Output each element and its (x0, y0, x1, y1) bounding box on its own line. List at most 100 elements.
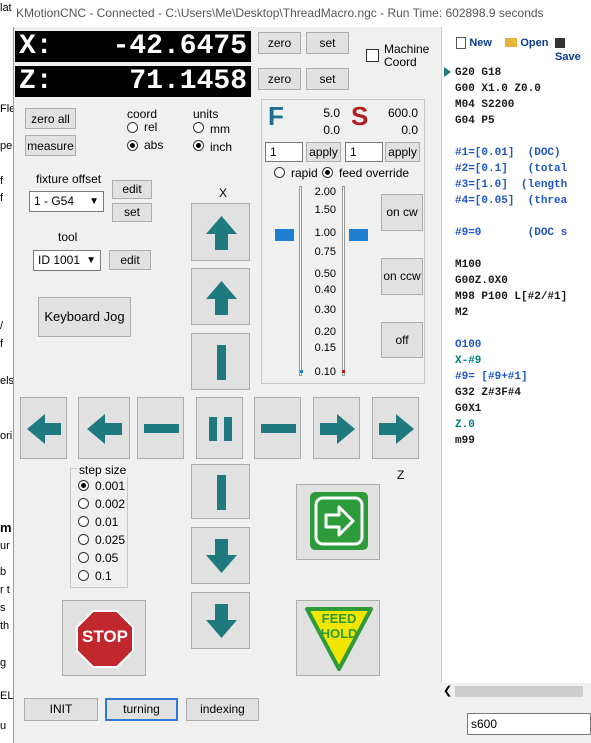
new-file-icon (456, 36, 466, 49)
spindle-ccw-button[interactable]: on ccw (381, 258, 423, 295)
step-0001-radio[interactable] (78, 480, 89, 491)
spindle-apply-button[interactable]: apply (385, 142, 420, 162)
jog-z-plus-step-button[interactable] (254, 397, 301, 459)
feed-override-label: feed override (339, 166, 410, 180)
toolbar-open[interactable]: Open (505, 35, 548, 49)
toolbar-save[interactable]: Save (555, 35, 591, 63)
jog-x-minus-step-button[interactable] (191, 333, 250, 390)
override-tick-020: 0.20 (314, 326, 336, 338)
gcode-line: G0X1 (455, 403, 482, 415)
jog-z-minus-fast-button[interactable] (20, 397, 67, 459)
step-001-label: 0.01 (95, 515, 119, 529)
pause-button[interactable] (196, 397, 243, 459)
bar-vertical-icon (217, 345, 226, 380)
bg-fragment: / (0, 320, 4, 332)
gcode-line: Z.0 (455, 419, 475, 431)
bg-fragment: f (0, 175, 4, 187)
feed-hold-button[interactable]: FEED HOLD (296, 600, 380, 676)
feed-input[interactable]: 1 (265, 142, 303, 162)
fixture-offset-select[interactable]: 1 - G54 ▼ (29, 191, 104, 212)
coord-abs-radio[interactable] (127, 140, 138, 151)
editor-horizontal-scrollbar[interactable]: ❮ (441, 683, 591, 700)
units-mm-radio[interactable] (193, 122, 204, 133)
jog-z-plus-fast-button[interactable] (372, 397, 419, 459)
command-input[interactable]: s600 (467, 713, 591, 735)
spindle-input[interactable]: 1 (345, 142, 383, 162)
toolbar-new[interactable]: New (456, 35, 492, 49)
zero-z-button[interactable]: zero (258, 68, 301, 90)
init-button[interactable]: INIT (24, 698, 98, 721)
machine-coord-checkbox[interactable] (366, 49, 379, 62)
spindle-override-slider-thumb[interactable] (349, 229, 368, 241)
override-tick-100: 1.00 (314, 227, 336, 239)
chevron-down-icon: ▼ (86, 255, 96, 266)
feed-hold-label: FEED HOLD (320, 611, 358, 641)
units-inch-radio[interactable] (193, 140, 204, 151)
step-001-radio[interactable] (78, 516, 89, 527)
set-x-button[interactable]: set (306, 32, 349, 54)
jog-z-minus-button[interactable] (78, 397, 130, 459)
gcode-line: G00Z.0X0 (455, 275, 508, 287)
gcode-line: #2=[0.1] (total (455, 163, 568, 175)
feed-override-slider-track[interactable] (299, 186, 302, 376)
spindle-override-slider-track[interactable] (342, 186, 345, 376)
zero-x-button[interactable]: zero (258, 32, 301, 54)
jog-x-minus-fast-button[interactable] (191, 203, 250, 261)
tool-select[interactable]: ID 1001 ▼ (33, 250, 101, 271)
bg-fragment: EL (0, 690, 14, 702)
tool-edit-button[interactable]: edit (109, 250, 151, 270)
bg-fragment: b (0, 566, 7, 578)
feed-override-slider-thumb[interactable] (275, 229, 294, 241)
override-tick-015: 0.15 (314, 342, 336, 354)
jog-x-minus-button[interactable] (191, 268, 250, 325)
feed-apply-button[interactable]: apply (306, 142, 341, 162)
background-window-strip: lat Fle per f f / f els ori m ur b r t s… (0, 0, 14, 743)
override-tick-030: 0.30 (314, 304, 336, 316)
set-z-button[interactable]: set (306, 68, 349, 90)
bg-fragment: u (0, 720, 7, 732)
coord-rel-radio[interactable] (127, 122, 138, 133)
stop-button[interactable]: STOP (62, 600, 146, 676)
gcode-editor[interactable]: New Open Save G20 G18 G00 X1.0 Z0.0 M04 S2… (441, 27, 591, 695)
bg-fragment: f (0, 192, 4, 204)
spindle-cw-button[interactable]: on cw (381, 194, 423, 231)
scroll-left-icon[interactable]: ❮ (443, 684, 452, 697)
spindle-off-button[interactable]: off (381, 322, 423, 358)
feed-slider-end-mark (300, 370, 303, 373)
tool-value: ID 1001 (38, 253, 81, 267)
jog-x-plus-button[interactable] (191, 527, 250, 584)
fixture-set-button[interactable]: set (112, 203, 152, 222)
open-folder-icon (505, 38, 517, 48)
feed-override-radio[interactable] (322, 167, 333, 178)
step-01-radio[interactable] (78, 570, 89, 581)
override-tick-075: 0.75 (314, 246, 336, 258)
fixture-edit-button[interactable]: edit (112, 180, 152, 199)
indexing-button[interactable]: indexing (186, 698, 259, 721)
gcode-line: #4=[0.05] (threa (455, 195, 568, 207)
zero-all-button[interactable]: zero all (25, 108, 76, 129)
bar-horizontal-icon (261, 424, 296, 433)
step-005-radio[interactable] (78, 552, 89, 563)
bg-fragment: f (0, 338, 4, 350)
turning-button[interactable]: turning (105, 698, 178, 721)
step-0025-radio[interactable] (78, 534, 89, 545)
keyboard-jog-button[interactable]: Keyboard Jog (38, 297, 131, 337)
rapid-override-radio[interactable] (274, 167, 285, 178)
jog-x-plus-fast-button[interactable] (191, 592, 250, 649)
jog-z-plus-button[interactable] (313, 397, 360, 459)
x-axis-jog-label: X (219, 186, 228, 200)
coord-abs-label: abs (144, 138, 164, 152)
arrow-up-icon (206, 281, 237, 315)
jog-x-plus-step-button[interactable] (191, 464, 250, 519)
scrollbar-thumb[interactable] (455, 686, 583, 697)
coord-label: coord (127, 107, 158, 121)
cycle-start-button[interactable] (296, 484, 380, 560)
step-0002-radio[interactable] (78, 498, 89, 509)
gcode-line: #3=[1.0] (length (455, 179, 568, 191)
jog-z-minus-step-button[interactable] (137, 397, 184, 459)
override-tick-040: 0.40 (314, 284, 336, 296)
gcode-line: M98 P100 L[#2/#1] (455, 291, 568, 303)
measure-button[interactable]: measure (25, 135, 76, 156)
gcode-line: M2 (455, 307, 469, 319)
bar-horizontal-icon (144, 424, 179, 433)
